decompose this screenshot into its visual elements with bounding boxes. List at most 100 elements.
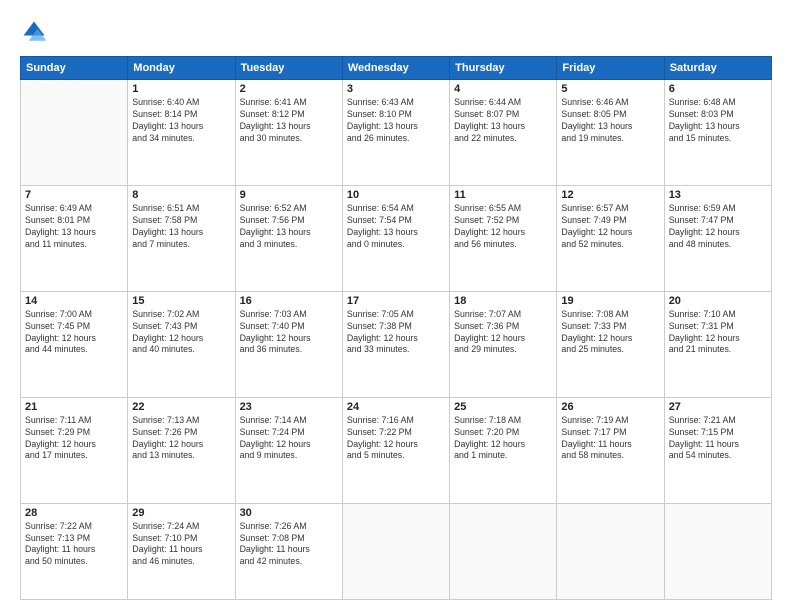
day-number: 9 <box>240 189 338 201</box>
day-info: Sunrise: 7:03 AMSunset: 7:40 PMDaylight:… <box>240 309 338 357</box>
calendar-cell: 12 Sunrise: 6:57 AMSunset: 7:49 PMDayligh… <box>557 185 664 291</box>
day-number: 11 <box>454 189 552 201</box>
day-info: Sunrise: 7:05 AMSunset: 7:38 PMDaylight:… <box>347 309 445 357</box>
week-row-2: 7 Sunrise: 6:49 AMSunset: 8:01 PMDaylight… <box>21 185 772 291</box>
calendar-cell: 9 Sunrise: 6:52 AMSunset: 7:56 PMDaylight… <box>235 185 342 291</box>
day-number: 1 <box>132 83 230 95</box>
day-info: Sunrise: 6:46 AMSunset: 8:05 PMDaylight:… <box>561 97 659 145</box>
day-number: 5 <box>561 83 659 95</box>
day-info: Sunrise: 7:08 AMSunset: 7:33 PMDaylight:… <box>561 309 659 357</box>
day-number: 23 <box>240 401 338 413</box>
day-number: 25 <box>454 401 552 413</box>
day-number: 22 <box>132 401 230 413</box>
day-info: Sunrise: 7:19 AMSunset: 7:17 PMDaylight:… <box>561 415 659 463</box>
weekday-header-row: SundayMondayTuesdayWednesdayThursdayFrid… <box>21 57 772 80</box>
day-number: 18 <box>454 295 552 307</box>
calendar-cell: 3 Sunrise: 6:43 AMSunset: 8:10 PMDaylight… <box>342 80 449 186</box>
weekday-header-sunday: Sunday <box>21 57 128 80</box>
day-number: 19 <box>561 295 659 307</box>
calendar-cell: 27 Sunrise: 7:21 AMSunset: 7:15 PMDayligh… <box>664 397 771 503</box>
calendar-cell: 22 Sunrise: 7:13 AMSunset: 7:26 PMDayligh… <box>128 397 235 503</box>
day-info: Sunrise: 7:00 AMSunset: 7:45 PMDaylight:… <box>25 309 123 357</box>
day-number: 3 <box>347 83 445 95</box>
day-number: 29 <box>132 507 230 519</box>
day-number: 26 <box>561 401 659 413</box>
calendar-cell: 4 Sunrise: 6:44 AMSunset: 8:07 PMDaylight… <box>450 80 557 186</box>
calendar-cell: 10 Sunrise: 6:54 AMSunset: 7:54 PMDayligh… <box>342 185 449 291</box>
day-info: Sunrise: 7:10 AMSunset: 7:31 PMDaylight:… <box>669 309 767 357</box>
day-info: Sunrise: 7:26 AMSunset: 7:08 PMDaylight:… <box>240 521 338 569</box>
day-info: Sunrise: 7:14 AMSunset: 7:24 PMDaylight:… <box>240 415 338 463</box>
day-info: Sunrise: 6:54 AMSunset: 7:54 PMDaylight:… <box>347 203 445 251</box>
day-number: 17 <box>347 295 445 307</box>
calendar-cell: 16 Sunrise: 7:03 AMSunset: 7:40 PMDayligh… <box>235 291 342 397</box>
calendar-cell: 21Sunrise: 7:11 AMSunset: 7:29 PMDayligh… <box>21 397 128 503</box>
day-info: Sunrise: 6:49 AMSunset: 8:01 PMDaylight:… <box>25 203 123 251</box>
calendar-cell: 29 Sunrise: 7:24 AMSunset: 7:10 PMDayligh… <box>128 503 235 599</box>
day-number: 28 <box>25 507 123 519</box>
calendar-cell: 15Sunrise: 7:02 AMSunset: 7:43 PMDayligh… <box>128 291 235 397</box>
week-row-4: 21Sunrise: 7:11 AMSunset: 7:29 PMDayligh… <box>21 397 772 503</box>
week-row-3: 14 Sunrise: 7:00 AMSunset: 7:45 PMDayligh… <box>21 291 772 397</box>
calendar-cell: 6 Sunrise: 6:48 AMSunset: 8:03 PMDaylight… <box>664 80 771 186</box>
calendar-cell <box>21 80 128 186</box>
day-number: 16 <box>240 295 338 307</box>
calendar-cell: 8 Sunrise: 6:51 AMSunset: 7:58 PMDaylight… <box>128 185 235 291</box>
calendar-cell: 1Sunrise: 6:40 AMSunset: 8:14 PMDaylight… <box>128 80 235 186</box>
day-info: Sunrise: 7:13 AMSunset: 7:26 PMDaylight:… <box>132 415 230 463</box>
weekday-header-saturday: Saturday <box>664 57 771 80</box>
day-number: 6 <box>669 83 767 95</box>
calendar-cell <box>342 503 449 599</box>
day-number: 4 <box>454 83 552 95</box>
day-info: Sunrise: 6:41 AMSunset: 8:12 PMDaylight:… <box>240 97 338 145</box>
day-info: Sunrise: 7:16 AMSunset: 7:22 PMDaylight:… <box>347 415 445 463</box>
weekday-header-monday: Monday <box>128 57 235 80</box>
calendar-cell: 11 Sunrise: 6:55 AMSunset: 7:52 PMDayligh… <box>450 185 557 291</box>
week-row-1: 1Sunrise: 6:40 AMSunset: 8:14 PMDaylight… <box>21 80 772 186</box>
day-info: Sunrise: 6:52 AMSunset: 7:56 PMDaylight:… <box>240 203 338 251</box>
day-number: 10 <box>347 189 445 201</box>
day-number: 12 <box>561 189 659 201</box>
weekday-header-wednesday: Wednesday <box>342 57 449 80</box>
day-number: 13 <box>669 189 767 201</box>
calendar-cell: 5 Sunrise: 6:46 AMSunset: 8:05 PMDaylight… <box>557 80 664 186</box>
day-info: Sunrise: 7:24 AMSunset: 7:10 PMDaylight:… <box>132 521 230 569</box>
calendar-cell: 25Sunrise: 7:18 AMSunset: 7:20 PMDayligh… <box>450 397 557 503</box>
day-info: Sunrise: 6:57 AMSunset: 7:49 PMDaylight:… <box>561 203 659 251</box>
day-number: 27 <box>669 401 767 413</box>
calendar-cell: 13Sunrise: 6:59 AMSunset: 7:47 PMDayligh… <box>664 185 771 291</box>
day-info: Sunrise: 6:55 AMSunset: 7:52 PMDaylight:… <box>454 203 552 251</box>
day-number: 30 <box>240 507 338 519</box>
calendar-table: SundayMondayTuesdayWednesdayThursdayFrid… <box>20 56 772 600</box>
calendar-cell: 19 Sunrise: 7:08 AMSunset: 7:33 PMDayligh… <box>557 291 664 397</box>
day-info: Sunrise: 7:07 AMSunset: 7:36 PMDaylight:… <box>454 309 552 357</box>
day-info: Sunrise: 7:21 AMSunset: 7:15 PMDaylight:… <box>669 415 767 463</box>
weekday-header-friday: Friday <box>557 57 664 80</box>
day-number: 2 <box>240 83 338 95</box>
day-number: 20 <box>669 295 767 307</box>
calendar-cell <box>557 503 664 599</box>
day-info: Sunrise: 6:43 AMSunset: 8:10 PMDaylight:… <box>347 97 445 145</box>
calendar-cell: 2 Sunrise: 6:41 AMSunset: 8:12 PMDaylight… <box>235 80 342 186</box>
calendar-cell <box>450 503 557 599</box>
calendar-cell: 23 Sunrise: 7:14 AMSunset: 7:24 PMDayligh… <box>235 397 342 503</box>
day-number: 8 <box>132 189 230 201</box>
calendar-cell: 17 Sunrise: 7:05 AMSunset: 7:38 PMDayligh… <box>342 291 449 397</box>
day-info: Sunrise: 6:48 AMSunset: 8:03 PMDaylight:… <box>669 97 767 145</box>
day-info: Sunrise: 6:51 AMSunset: 7:58 PMDaylight:… <box>132 203 230 251</box>
logo <box>20 18 52 46</box>
day-number: 24 <box>347 401 445 413</box>
calendar-cell: 30 Sunrise: 7:26 AMSunset: 7:08 PMDayligh… <box>235 503 342 599</box>
day-number: 7 <box>25 189 123 201</box>
day-info: Sunrise: 6:44 AMSunset: 8:07 PMDaylight:… <box>454 97 552 145</box>
logo-icon <box>20 18 48 46</box>
day-info: Sunrise: 7:22 AMSunset: 7:13 PMDaylight:… <box>25 521 123 569</box>
calendar-cell: 7 Sunrise: 6:49 AMSunset: 8:01 PMDaylight… <box>21 185 128 291</box>
calendar-cell: 28 Sunrise: 7:22 AMSunset: 7:13 PMDayligh… <box>21 503 128 599</box>
calendar-cell: 20 Sunrise: 7:10 AMSunset: 7:31 PMDayligh… <box>664 291 771 397</box>
day-info: Sunrise: 7:02 AMSunset: 7:43 PMDaylight:… <box>132 309 230 357</box>
header <box>20 18 772 46</box>
calendar-cell: 24 Sunrise: 7:16 AMSunset: 7:22 PMDayligh… <box>342 397 449 503</box>
calendar-cell: 18 Sunrise: 7:07 AMSunset: 7:36 PMDayligh… <box>450 291 557 397</box>
day-number: 14 <box>25 295 123 307</box>
